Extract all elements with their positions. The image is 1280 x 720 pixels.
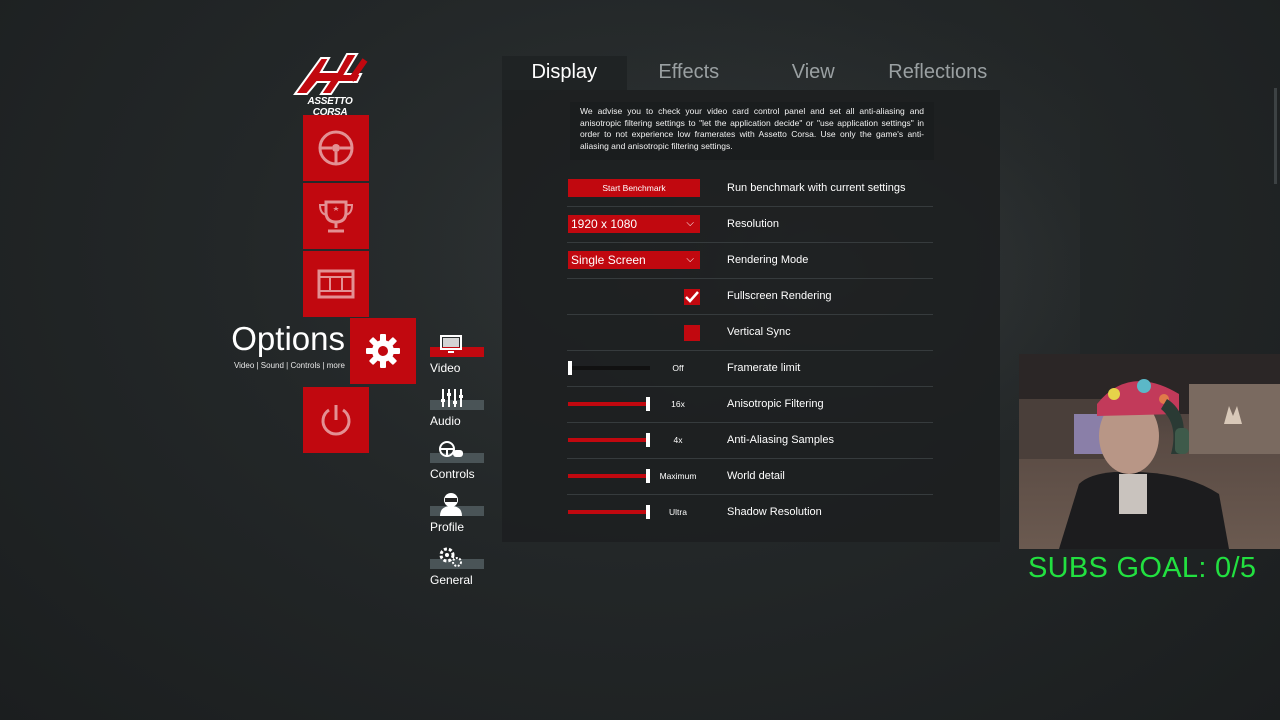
subnav-label: Video [430, 361, 461, 375]
driver-helmet-icon [438, 492, 464, 516]
anisotropic-slider[interactable] [568, 397, 650, 411]
subnav-video[interactable]: Video [430, 333, 484, 383]
start-benchmark-button[interactable]: Start Benchmark [568, 179, 700, 197]
shadow-resolution-slider[interactable] [568, 505, 650, 519]
ac-logo-mark-icon [293, 53, 368, 95]
setting-label: Anisotropic Filtering [727, 398, 824, 410]
shadow-resolution-row: Ultra Shadow Resolution [567, 494, 933, 530]
vsync-row: Vertical Sync [567, 314, 933, 351]
slider-fill [568, 510, 650, 514]
slider-value: Ultra [669, 507, 687, 517]
fullscreen-checkbox[interactable] [684, 289, 700, 305]
gears-icon [438, 545, 464, 569]
settings-tabs: Display Effects View Reflections [502, 56, 1000, 90]
setting-label: Framerate limit [727, 362, 801, 374]
webcam-overlay [1019, 354, 1280, 549]
setting-label: Fullscreen Rendering [727, 290, 832, 302]
rendering-mode-dropdown[interactable]: Single Screen ⌵ [568, 251, 700, 269]
page-subtitle: Video | Sound | Controls | more [233, 361, 345, 370]
slider-thumb[interactable] [568, 361, 572, 375]
framerate-limit-row: Off Framerate limit [567, 350, 933, 387]
resolution-dropdown[interactable]: 1920 x 1080 ⌵ [568, 215, 700, 233]
slider-thumb[interactable] [646, 505, 650, 519]
subnav-label: General [430, 573, 473, 587]
assetto-corsa-logo: ASSETTO CORSA [291, 50, 369, 118]
quit-tile[interactable] [303, 387, 369, 453]
resolution-row: 1920 x 1080 ⌵ Resolution [567, 206, 933, 243]
dropdown-value: 1920 x 1080 [571, 217, 638, 231]
setting-label: World detail [727, 470, 785, 482]
page-title: Options [231, 320, 345, 357]
subs-goal-counter: SUBS GOAL: 0/5 [1028, 552, 1257, 584]
tab-display[interactable]: Display [502, 56, 627, 90]
streamer-webcam-image [1019, 354, 1280, 549]
chevron-down-icon: ⌵ [686, 218, 694, 229]
special-events-tile[interactable] [303, 183, 369, 249]
slider-fill [568, 438, 650, 442]
checkmark-icon [685, 291, 699, 303]
world-detail-row: Maximum World detail [567, 458, 933, 495]
replays-tile[interactable] [303, 251, 369, 317]
slider-value: 16x [671, 399, 685, 409]
drive-tile[interactable] [303, 115, 369, 181]
slider-value: Maximum [659, 471, 697, 481]
subnav-label: Audio [430, 414, 461, 428]
subnav-profile[interactable]: Profile [430, 492, 484, 542]
subnav-label: Controls [430, 467, 475, 481]
antialiasing-slider[interactable] [568, 433, 650, 447]
tab-view[interactable]: View [751, 56, 876, 90]
setting-label: Run benchmark with current settings [727, 182, 906, 194]
slider-thumb[interactable] [646, 469, 650, 483]
slider-thumb[interactable] [646, 397, 650, 411]
dropdown-value: Single Screen [571, 253, 646, 267]
rendering-mode-row: Single Screen ⌵ Rendering Mode [567, 242, 933, 279]
world-detail-slider[interactable] [568, 469, 650, 483]
monitor-icon [438, 333, 464, 357]
subnav-audio[interactable]: Audio [430, 386, 484, 436]
anisotropic-row: 16x Anisotropic Filtering [567, 386, 933, 423]
trophy-icon [318, 200, 354, 233]
slider-fill [568, 402, 650, 406]
vsync-checkbox[interactable] [684, 325, 700, 341]
advice-note: We advise you to check your video card c… [570, 102, 934, 160]
fullscreen-row: Fullscreen Rendering [567, 278, 933, 315]
power-icon [321, 405, 351, 436]
subnav-controls[interactable]: Controls [430, 439, 484, 489]
subnav-label: Profile [430, 520, 465, 534]
steering-wheel-icon [318, 130, 354, 166]
gear-icon [366, 334, 400, 368]
slider-value: Off [672, 363, 684, 373]
setting-label: Resolution [727, 218, 779, 230]
slider-value: 4x [673, 435, 683, 445]
setting-label: Vertical Sync [727, 326, 791, 338]
options-tile[interactable] [350, 318, 416, 384]
tab-reflections[interactable]: Reflections [876, 56, 1001, 90]
slider-thumb[interactable] [646, 433, 650, 447]
setting-label: Anti-Aliasing Samples [727, 434, 834, 446]
controller-icon [438, 439, 464, 463]
scrollbar[interactable] [1274, 88, 1277, 184]
chevron-down-icon: ⌵ [686, 254, 694, 265]
setting-label: Rendering Mode [727, 254, 809, 266]
tab-effects[interactable]: Effects [627, 56, 752, 90]
benchmark-row: Start Benchmark Run benchmark with curre… [567, 170, 933, 207]
setting-label: Shadow Resolution [727, 506, 822, 518]
framerate-limit-slider[interactable] [568, 361, 650, 375]
subnav-general[interactable]: General [430, 545, 484, 595]
mixer-sliders-icon [438, 386, 464, 410]
slider-fill [568, 474, 650, 478]
antialiasing-row: 4x Anti-Aliasing Samples [567, 422, 933, 459]
film-strip-icon [317, 269, 355, 299]
